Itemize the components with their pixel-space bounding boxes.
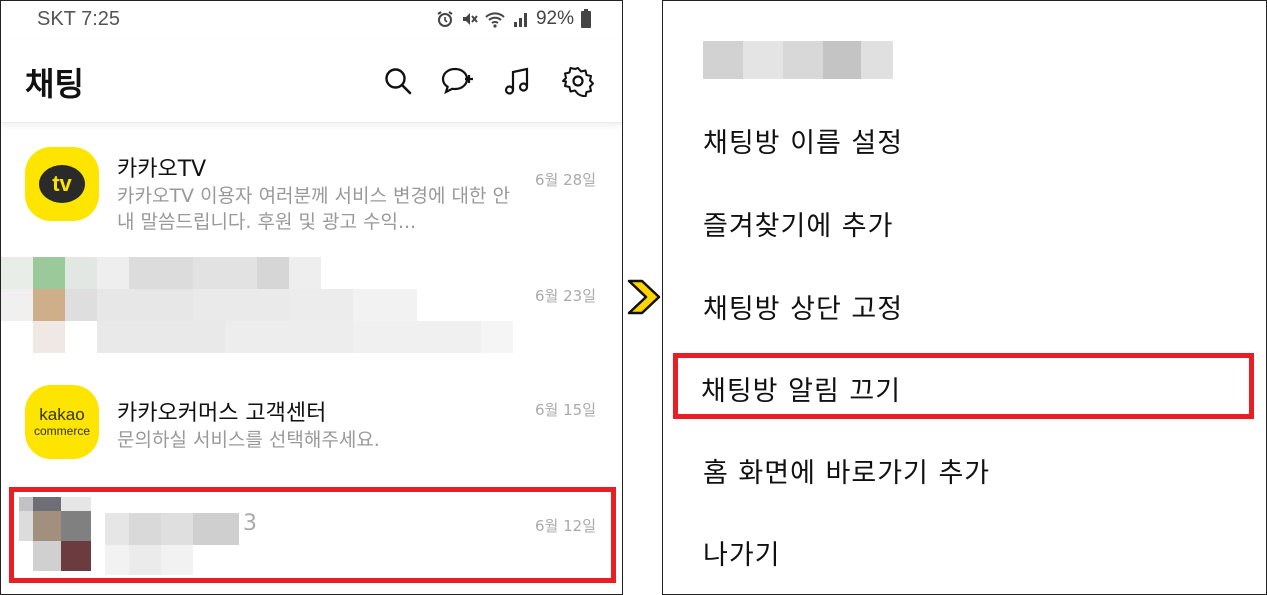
- app-header: 채팅: [1, 39, 622, 123]
- highlight-box: [9, 487, 616, 583]
- menu-add-favorite[interactable]: 즐겨찾기에 추가: [703, 204, 893, 243]
- chat-name: 카카오TV: [117, 157, 207, 182]
- chat-list-item[interactable]: tv 카카오TV 카카오TV 이용자 여러분께 서비스 변경에 대한 안내 말씀…: [1, 135, 622, 247]
- menu-leave-chat[interactable]: 나가기: [703, 533, 781, 572]
- wifi-icon: [485, 12, 505, 28]
- search-icon: [385, 68, 412, 95]
- next-step-arrow-icon: [627, 279, 661, 315]
- chat-preview: 문의하실 서비스를 선택해주세요.: [117, 429, 380, 451]
- menu-add-home-shortcut[interactable]: 홈 화면에 바로가기 추가: [703, 451, 990, 490]
- highlight-box: [673, 353, 1254, 419]
- chat-date: 6월 15일: [535, 401, 596, 419]
- search-button[interactable]: [380, 63, 416, 99]
- chat-preview: 카카오TV 이용자 여러분께 서비스 변경에 대한 안내 말씀드립니다. 후원 …: [117, 185, 510, 233]
- header-actions: [380, 63, 596, 99]
- battery-percent: 92%: [535, 8, 574, 29]
- new-chat-button[interactable]: [440, 63, 476, 99]
- kakao-commerce-logo: kakao commerce: [33, 405, 90, 439]
- status-icons: 92%: [436, 8, 592, 30]
- battery-icon: [581, 9, 591, 28]
- menu-rename-chat[interactable]: 채팅방 이름 설정: [703, 121, 903, 160]
- tv-logo-icon: tv: [39, 165, 85, 203]
- chat-list-item[interactable]: kakao commerce 카카오커머스 고객센터 문의하실 서비스를 선택해…: [1, 375, 622, 475]
- chat-list-item[interactable]: 6월 23일: [1, 257, 622, 355]
- signal-icon: [513, 13, 527, 27]
- chat-date: 6월 23일: [535, 287, 596, 305]
- chat-list-screen: SKT 7:25 92% 채팅 tv 카카오TV 카카오TV 이용자 여러분께 …: [0, 0, 623, 595]
- music-icon: [504, 67, 529, 95]
- new-chat-icon: [441, 67, 473, 95]
- menu-pin-to-top[interactable]: 채팅방 상단 고정: [703, 287, 903, 326]
- kakaotv-avatar: tv: [25, 147, 99, 221]
- carrier-time: SKT 7:25: [37, 8, 121, 30]
- alarm-icon: [437, 11, 453, 27]
- settings-icon: [562, 67, 594, 97]
- status-bar: SKT 7:25 92%: [1, 1, 622, 39]
- chat-context-menu: 채팅방 이름 설정 즐겨찾기에 추가 채팅방 상단 고정 채팅방 알림 끄기 홈…: [662, 0, 1267, 595]
- chat-date: 6월 28일: [535, 171, 596, 189]
- music-button[interactable]: [500, 63, 536, 99]
- settings-button[interactable]: [560, 63, 596, 99]
- kakao-commerce-avatar: kakao commerce: [25, 385, 99, 459]
- mute-icon: [462, 13, 478, 25]
- chat-name: 카카오커머스 고객센터: [117, 401, 327, 426]
- page-title: 채팅: [25, 65, 84, 103]
